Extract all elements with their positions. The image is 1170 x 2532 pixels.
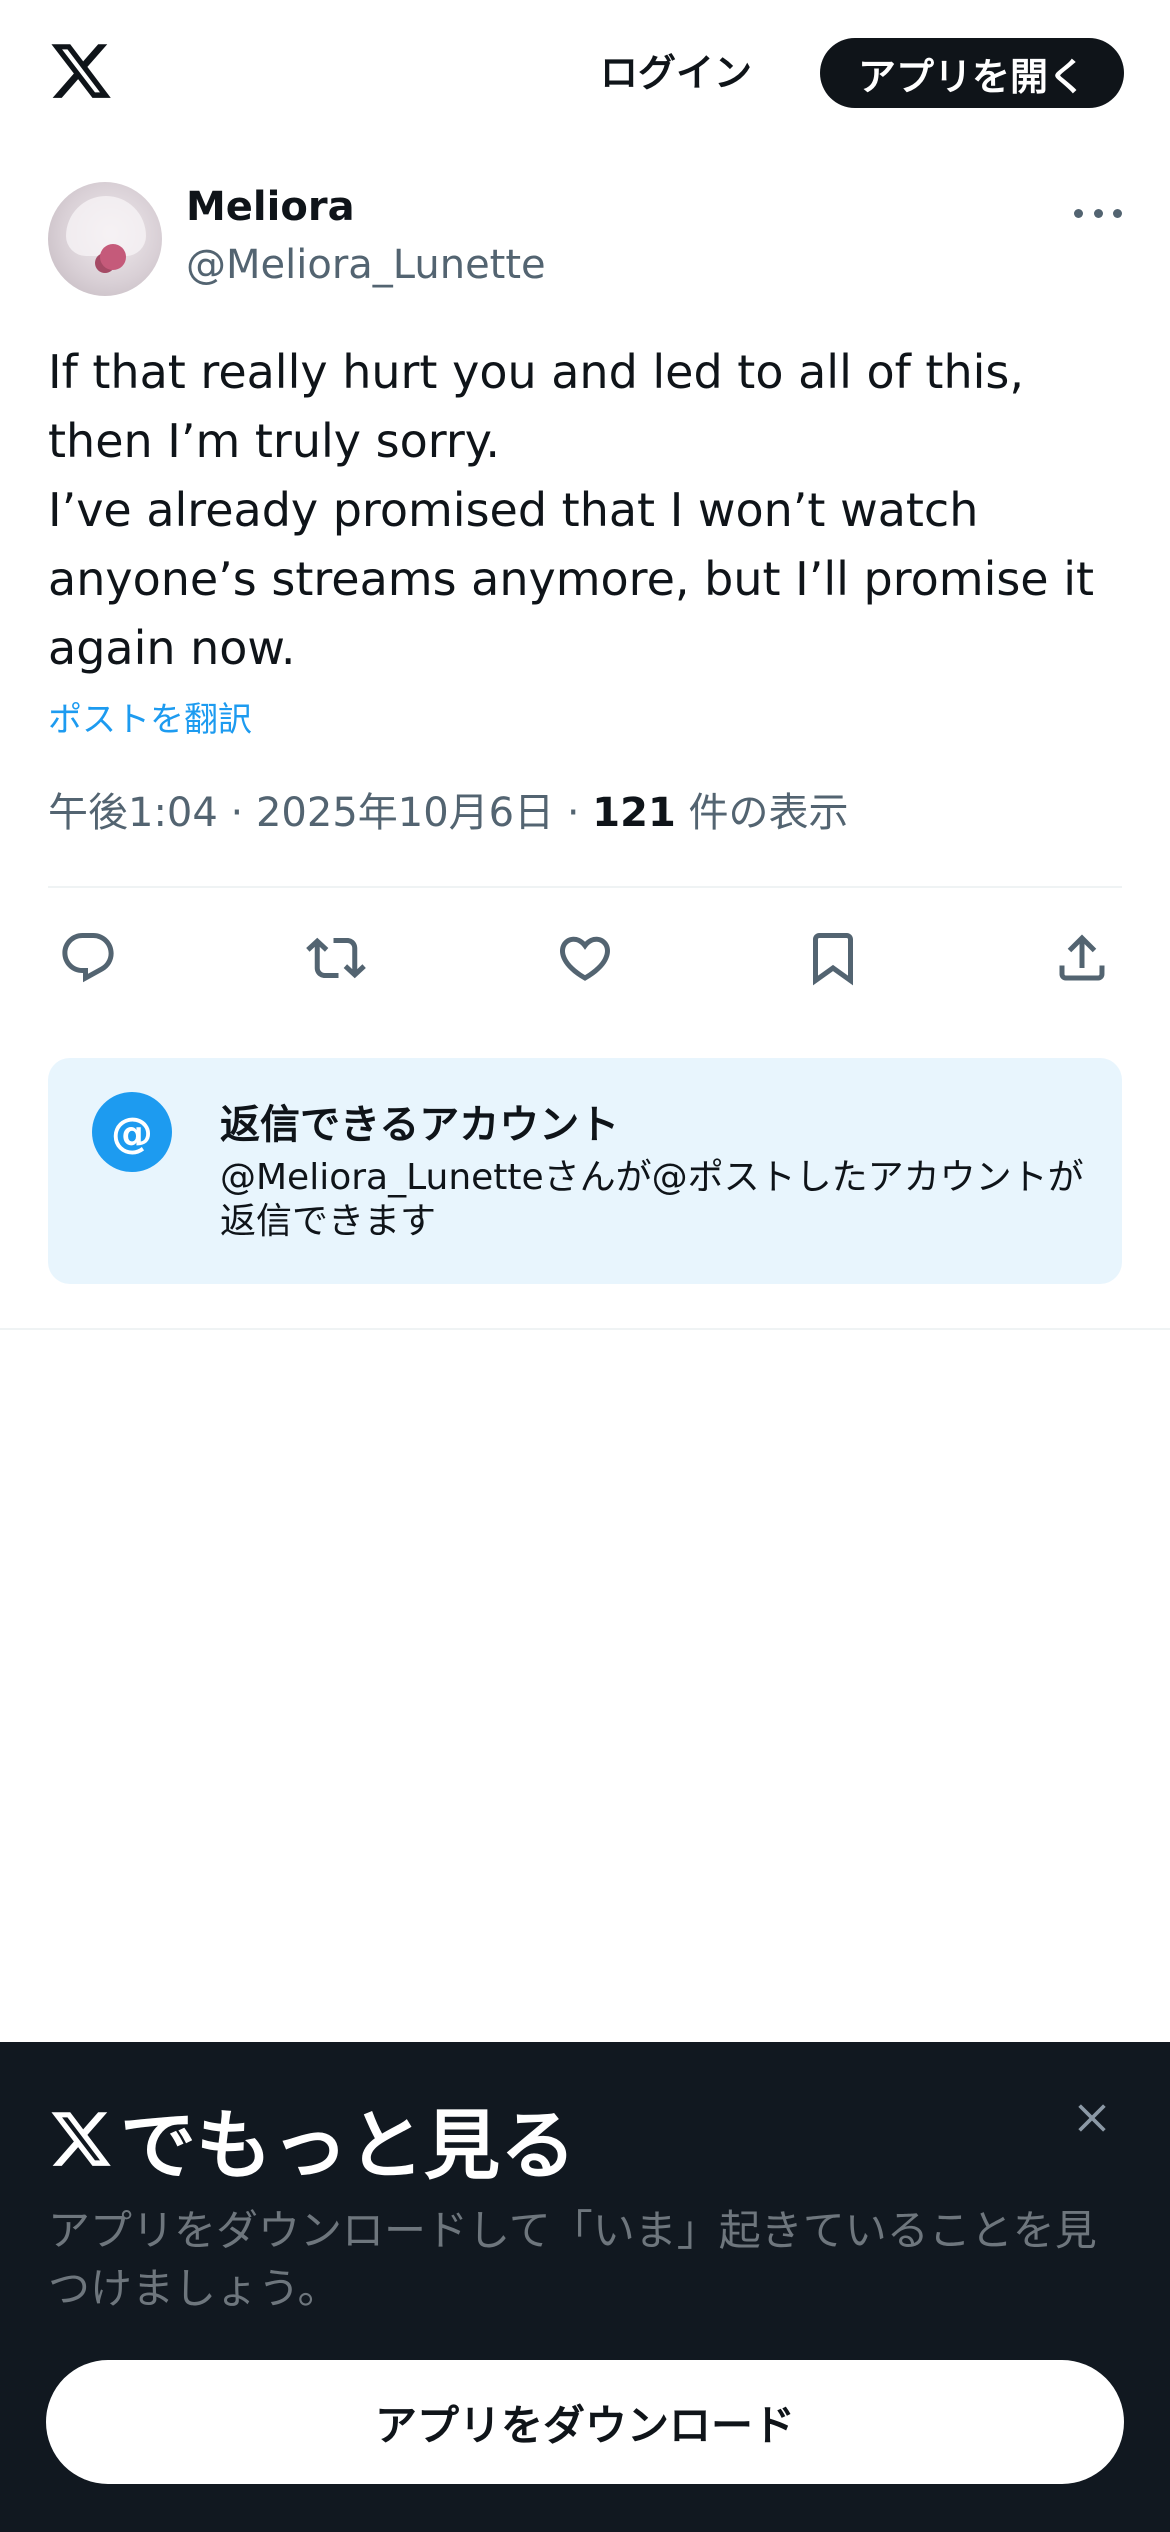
tweet-text-line: If that really hurt you and led to all o…: [48, 345, 1024, 468]
banner-title-text: でもっと見る: [120, 2101, 576, 2190]
tweet-text-line: I’ve already promised that I won’t watch…: [48, 483, 1095, 675]
tweet-text: If that really hurt you and led to all o…: [48, 338, 1128, 683]
app-promo-banner: でもっと見る アプリをダウンロードして「いま」起きていることを見つけましょう。 …: [0, 2042, 1170, 2532]
divider: [0, 1328, 1170, 1330]
like-icon: [559, 936, 611, 981]
share-button[interactable]: [1042, 918, 1122, 998]
bookmark-button[interactable]: [793, 918, 873, 998]
author-handle[interactable]: @Meliora_Lunette: [186, 242, 546, 288]
reply-restriction-description: @Meliora_Lunetteさんが@ポストしたアカウントが返信できます: [220, 1157, 1084, 1242]
divider: [48, 886, 1122, 888]
close-icon[interactable]: [1070, 2096, 1114, 2140]
mention-icon: @: [92, 1092, 172, 1172]
retweet-button[interactable]: [296, 918, 376, 998]
download-app-button[interactable]: アプリをダウンロード: [46, 2360, 1124, 2484]
meta-separator: ·: [566, 790, 580, 836]
view-count: 121: [592, 790, 676, 836]
x-logo-icon[interactable]: [48, 38, 114, 104]
meta-separator: ·: [230, 790, 244, 836]
translate-link[interactable]: ポストを翻訳: [48, 692, 252, 741]
reply-button[interactable]: [48, 918, 128, 998]
reply-restriction-title: 返信できるアカウント: [220, 1102, 620, 1148]
share-icon: [1059, 934, 1105, 981]
author-row: Meliora @Meliora_Lunette: [48, 182, 1122, 302]
author-name[interactable]: Meliora: [186, 184, 355, 230]
bookmark-icon: [813, 933, 853, 986]
tweet-date[interactable]: 2025年10月6日: [256, 790, 554, 836]
banner-title: でもっと見る: [48, 2084, 576, 2194]
banner-description: アプリをダウンロードして「いま」起きていることを見つけましょう。: [48, 2206, 1097, 2313]
open-app-button[interactable]: アプリを開く: [820, 38, 1124, 108]
view-label: 件の表示: [688, 790, 849, 836]
x-logo-icon: [51, 2112, 111, 2166]
tweet-time[interactable]: 午後1:04: [48, 790, 218, 836]
avatar[interactable]: [48, 182, 162, 296]
action-bar: [48, 918, 1122, 998]
reply-icon: [62, 933, 114, 983]
login-link[interactable]: ログイン: [600, 42, 752, 97]
tweet-meta: 午後1:04 · 2025年10月6日 · 121 件の表示: [48, 780, 849, 838]
retweet-icon: [306, 937, 366, 979]
reply-restriction-box: @ 返信できるアカウント @Meliora_Lunetteさんが@ポストしたアカ…: [48, 1058, 1122, 1284]
top-bar: ログイン アプリを開く: [0, 0, 1170, 150]
like-button[interactable]: [545, 918, 625, 998]
more-options-icon[interactable]: [1074, 198, 1122, 228]
